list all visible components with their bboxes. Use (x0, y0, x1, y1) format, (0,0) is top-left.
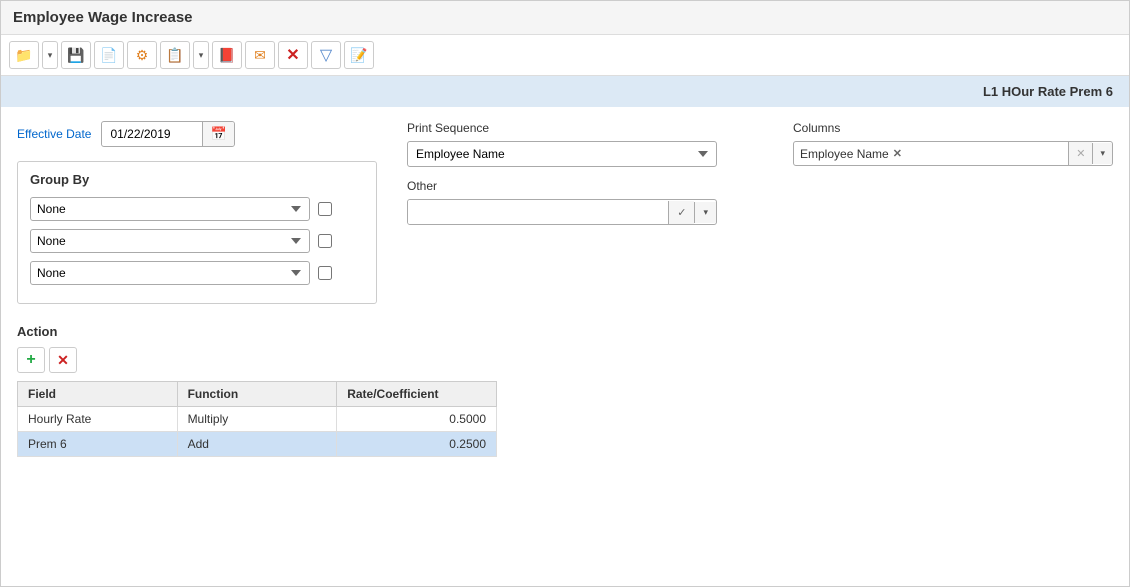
other-label: Other (407, 179, 763, 193)
group-by-select-3[interactable]: None (30, 261, 310, 285)
print-sequence-label: Print Sequence (407, 121, 763, 135)
section-header-text: L1 HOur Rate Prem 6 (983, 84, 1113, 99)
col-header-field: Field (18, 382, 178, 407)
group-by-row-2: None (30, 229, 364, 253)
columns-clear-btn[interactable]: ✕ (1068, 142, 1092, 165)
columns-dropdown-btn[interactable]: ▾ (1092, 143, 1112, 164)
section-header: L1 HOur Rate Prem 6 (1, 76, 1129, 107)
effective-date-input[interactable] (102, 123, 202, 145)
gear-button[interactable]: ⚙ (127, 41, 157, 69)
title-bar: Employee Wage Increase (1, 1, 1129, 35)
group-by-section: Group By None None (17, 161, 377, 304)
group-by-row-1: None (30, 197, 364, 221)
action-section: Action + ✕ Field Function Rate/Coefficie… (17, 324, 1113, 457)
other-check-btn[interactable]: ✓ (668, 201, 694, 224)
group-by-row-3: None (30, 261, 364, 285)
window-title: Employee Wage Increase (13, 9, 193, 26)
folder-button[interactable]: 📁 (9, 41, 39, 69)
action-title: Action (17, 324, 1113, 339)
new-doc-dropdown[interactable]: ▾ (193, 41, 209, 69)
other-input[interactable] (408, 200, 668, 224)
group-by-select-1[interactable]: None (30, 197, 310, 221)
group-by-checkbox-1[interactable] (318, 202, 332, 216)
columns-label: Columns (793, 121, 1113, 135)
columns-section: Columns Employee Name ✕ ✕ ▾ (793, 121, 1113, 166)
action-table: Field Function Rate/Coefficient Hourly R… (17, 381, 497, 457)
row-rate: 0.2500 (337, 432, 497, 457)
column-tag-text: Employee Name (800, 147, 889, 161)
save-button[interactable]: 💾 (61, 41, 91, 69)
main-content: Effective Date 📅 Group By None (1, 107, 1129, 586)
col-header-function: Function (177, 382, 337, 407)
columns-tag-area: Employee Name ✕ (794, 143, 1068, 165)
remove-action-button[interactable]: ✕ (49, 347, 77, 373)
action-buttons: + ✕ (17, 347, 1113, 373)
add-action-button[interactable]: + (17, 347, 45, 373)
row-field: Prem 6 (18, 432, 178, 457)
email-button[interactable]: ✉ (245, 41, 275, 69)
left-column: Effective Date 📅 Group By None (17, 121, 377, 304)
print-sequence-section: Print Sequence Employee Name Other ✓ ▾ (407, 121, 763, 225)
effective-date-label: Effective Date (17, 127, 91, 141)
column-tag-employee-name: Employee Name ✕ (800, 147, 902, 161)
other-dropdown-btn[interactable]: ▾ (694, 202, 716, 223)
row-rate: 0.5000 (337, 407, 497, 432)
group-by-select-2[interactable]: None (30, 229, 310, 253)
print-sequence-select[interactable]: Employee Name (407, 141, 717, 167)
date-input-wrapper: 📅 (101, 121, 234, 147)
row-field: Hourly Rate (18, 407, 178, 432)
cancel-button[interactable]: ✕ (278, 41, 308, 69)
columns-input-wrapper: Employee Name ✕ ✕ ▾ (793, 141, 1113, 166)
row-function: Add (177, 432, 337, 457)
row-function: Multiply (177, 407, 337, 432)
group-by-title: Group By (30, 172, 364, 187)
col-header-rate: Rate/Coefficient (337, 382, 497, 407)
doc-button[interactable]: 📄 (94, 41, 124, 69)
table-header-row: Field Function Rate/Coefficient (18, 382, 497, 407)
new-doc-button[interactable]: 📋 (160, 41, 190, 69)
table-row[interactable]: Prem 6 Add 0.2500 (18, 432, 497, 457)
column-tag-remove[interactable]: ✕ (893, 147, 902, 160)
group-by-checkbox-3[interactable] (318, 266, 332, 280)
pdf-button[interactable]: 📕 (212, 41, 242, 69)
table-row[interactable]: Hourly Rate Multiply 0.5000 (18, 407, 497, 432)
toolbar: 📁 ▾ 💾 📄 ⚙ 📋 ▾ 📕 ✉ ✕ ▽ 📝 (1, 35, 1129, 76)
sticky-button[interactable]: 📝 (344, 41, 374, 69)
group-by-checkbox-2[interactable] (318, 234, 332, 248)
filter-button[interactable]: ▽ (311, 41, 341, 69)
calendar-button[interactable]: 📅 (202, 122, 233, 146)
other-input-wrapper: ✓ ▾ (407, 199, 717, 225)
main-window: Employee Wage Increase 📁 ▾ 💾 📄 ⚙ 📋 ▾ 📕 ✉… (0, 0, 1130, 587)
folder-dropdown[interactable]: ▾ (42, 41, 58, 69)
